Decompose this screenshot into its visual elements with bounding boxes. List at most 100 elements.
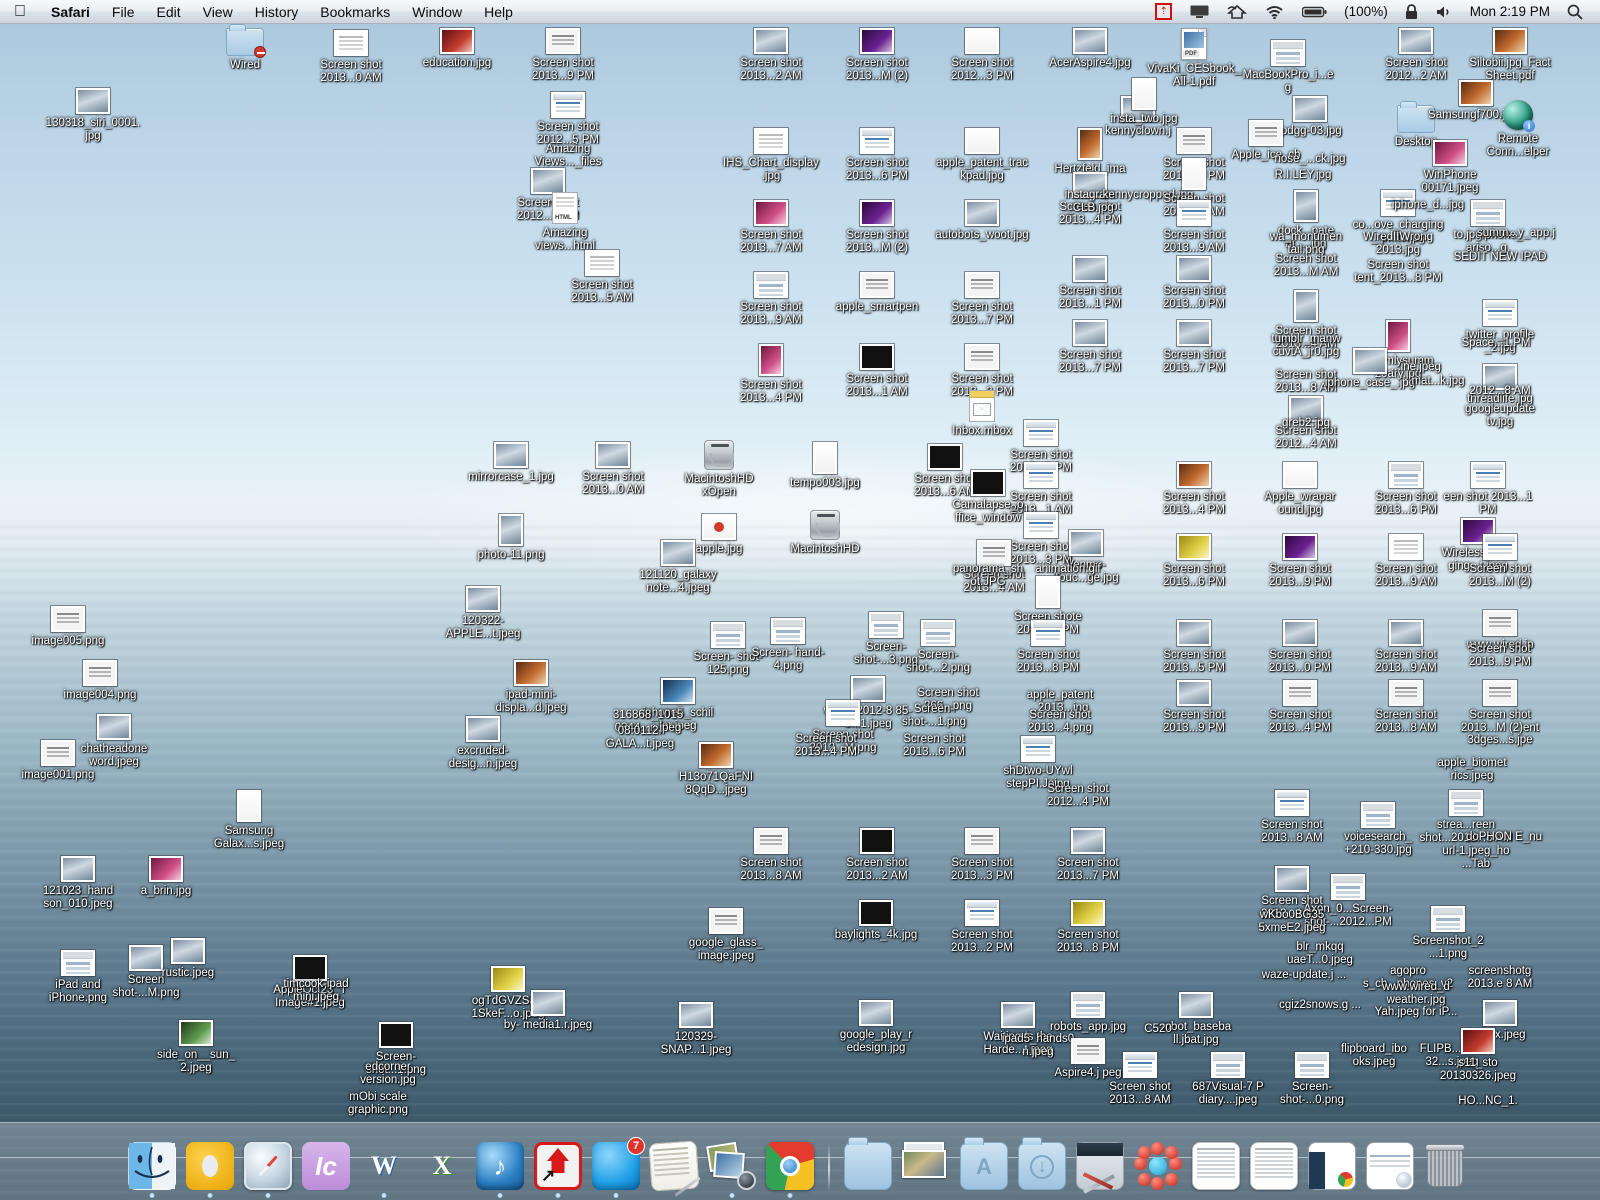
desktop-icon[interactable]: Screen shot 2013...M (2) bbox=[829, 200, 925, 254]
desktop-icon[interactable]: Screen shot 2013...7 PM bbox=[1040, 828, 1136, 882]
desktop-icon[interactable]: url-1.jpeg_ho ...Tab bbox=[1428, 842, 1524, 870]
desktop-icon[interactable]: HTMLAmazing views...html bbox=[517, 192, 613, 252]
desktop-icon[interactable]: Screen shot 2013...0 PM bbox=[1252, 620, 1348, 674]
desktop-icon[interactable]: HO...NC_1. bbox=[1440, 1092, 1536, 1108]
desktop-icon[interactable]: rustic.jpeg bbox=[140, 938, 236, 980]
desktop-icon[interactable]: s11_sto 20130326.jpeg bbox=[1430, 1028, 1526, 1082]
dock-item-finder[interactable] bbox=[126, 1140, 178, 1192]
desktop-icon[interactable]: Screen shot 2013...8 PM bbox=[1000, 620, 1096, 674]
desktop-icon[interactable]: baylights_4k.jpg bbox=[828, 900, 924, 942]
dock-item-downloads-folder[interactable]: ↓ bbox=[1016, 1140, 1068, 1192]
apple-icon[interactable]:  bbox=[14, 4, 26, 20]
desktop-icon[interactable]: 130318_siri_0001.jpg bbox=[45, 88, 141, 142]
desktop-icon[interactable]: Screen- hand-4.png bbox=[740, 618, 836, 672]
battery-icon[interactable] bbox=[1293, 0, 1336, 24]
menu-item-file[interactable]: File bbox=[101, 0, 146, 24]
screen-recording-icon[interactable]: ⇡ bbox=[1146, 0, 1181, 24]
desktop-icon[interactable]: Screen shot 2013...6 PM bbox=[886, 730, 982, 758]
desktop-icon[interactable]: image001.png bbox=[10, 740, 106, 782]
desktop-icon[interactable]: Screen shot 2013...M (2) bbox=[829, 28, 925, 82]
dock-item-photos-stack[interactable] bbox=[900, 1140, 952, 1192]
desktop-icon[interactable]: Screen shot 2013...7 AM bbox=[723, 200, 819, 254]
desktop-icon[interactable]: Screen shot 2013...8 AM bbox=[1244, 790, 1340, 844]
desktop-icon[interactable]: Screen- shot-...2.png bbox=[890, 620, 986, 674]
desktop-icon[interactable]: AcerAspire4.jpg bbox=[1042, 28, 1138, 70]
spotlight-search-icon[interactable] bbox=[1558, 0, 1592, 24]
desktop-icon[interactable]: R.I.LEY.jpg bbox=[1255, 166, 1351, 182]
desktop-icon[interactable]: Screen shot 2013...2 AM bbox=[829, 828, 925, 882]
dock-item-incopy[interactable]: Ic bbox=[300, 1140, 352, 1192]
desktop-icon[interactable]: wKbo0BG35 5xmeE2.jpeg bbox=[1244, 906, 1340, 934]
desktop-icon[interactable]: 120329- SNAP...1.jpeg bbox=[648, 1002, 744, 1056]
menu-item-window[interactable]: Window bbox=[401, 0, 473, 24]
desktop-icon[interactable]: google_play_r edesign.jpg bbox=[828, 1000, 924, 1054]
desktop-icon[interactable]: Screen shot 2013...1 AM bbox=[829, 344, 925, 398]
dock-item-applications-folder[interactable]: A bbox=[958, 1140, 1010, 1192]
desktop-icon[interactable]: Screen shot 2013...9 AM bbox=[1146, 200, 1242, 254]
dock-item-documents-folder[interactable] bbox=[842, 1140, 894, 1192]
desktop-icon[interactable]: Screen shot 2013...9 AM bbox=[1358, 534, 1454, 588]
desktop-icon[interactable]: Screen shot 2013...5 PM bbox=[1146, 620, 1242, 674]
dock-item-network-app[interactable] bbox=[1132, 1140, 1184, 1192]
desktop-icon[interactable]: apple_biomet rics.jpeg bbox=[1424, 754, 1520, 782]
menu-item-safari[interactable]: Safari bbox=[40, 0, 101, 24]
desktop-icon[interactable]: Screen shot 2013...9 PM bbox=[1146, 680, 1242, 734]
desktop-icon[interactable]: Screen shot 2013...M (2) bbox=[1452, 534, 1548, 588]
clock-label[interactable]: Mon 2:19 PM bbox=[1462, 4, 1558, 19]
desktop-icon[interactable]: Screen shot 2013...8 AM bbox=[1092, 1052, 1188, 1106]
desktop-icon[interactable]: excruded-desig...n.jpeg bbox=[435, 716, 531, 770]
desktop-icon[interactable]: Screen shot 2013...2 PM bbox=[934, 900, 1030, 954]
desktop-icon[interactable]: Screen shot 2012...5 PM bbox=[520, 92, 616, 146]
desktop-icon[interactable]: Screen shot 2013...4 PM bbox=[1252, 680, 1348, 734]
dock-item-document-window-2[interactable] bbox=[1248, 1140, 1300, 1192]
desktop-icon[interactable]: Screen shot 2012...3 PM bbox=[934, 28, 1030, 82]
desktop-icon[interactable]: Screen shot 2013...3 PM bbox=[934, 828, 1030, 882]
desktop-icon[interactable]: google_glass_ image.jpeg bbox=[678, 908, 774, 962]
desktop-icon[interactable]: mObi scale graphic.png bbox=[330, 1088, 426, 1116]
desktop-icon[interactable]: googleupdate tv.jpg bbox=[1452, 400, 1548, 428]
desktop-icon[interactable]: Screen shot 2013...4.png bbox=[1012, 706, 1108, 734]
desktop-icon[interactable]: nose_...ck.jpg bbox=[1262, 150, 1358, 166]
dock-item-excel[interactable]: X bbox=[416, 1140, 468, 1192]
desktop-icon[interactable]: een shot 2013...1 PM bbox=[1440, 462, 1536, 516]
lock-icon[interactable] bbox=[1396, 0, 1427, 24]
dock-item-notes[interactable] bbox=[648, 1140, 700, 1192]
desktop-icon[interactable]: Siltobii.jpg_Fact Sheet.pdf bbox=[1462, 28, 1558, 82]
desktop-icon[interactable]: Apple_wrapar ound.jpg bbox=[1252, 462, 1348, 516]
desktop-icon[interactable]: side_on__sun_ 2.jpeg bbox=[148, 1020, 244, 1074]
dock-item-chrome[interactable] bbox=[764, 1140, 816, 1192]
dock-item-trash[interactable] bbox=[1422, 1140, 1474, 1192]
desktop-icon[interactable]: edcorner version.jpg bbox=[340, 1058, 436, 1086]
desktop-icon[interactable]: Screen shot 2013...5 AM bbox=[554, 250, 650, 304]
desktop-icon[interactable]: summ...y_app.j bbox=[1468, 224, 1564, 240]
desktop-background[interactable]: 130318_siri_0001.jpgWiredScreen shot 201… bbox=[0, 0, 1600, 1200]
dock-item-screen-sharing[interactable]: ↗ bbox=[532, 1140, 584, 1192]
desktop-icon[interactable]: Screen shot 2013...6 PM bbox=[829, 128, 925, 182]
desktop-icon[interactable]: Space...1 PM bbox=[1448, 334, 1544, 350]
desktop-icon[interactable]: photo-11.png bbox=[463, 514, 559, 562]
desktop-icon[interactable]: ipad-mini-displa...d.jpeg bbox=[483, 660, 579, 714]
dock-item-messages[interactable]: 7 bbox=[590, 1140, 642, 1192]
menu-item-edit[interactable]: Edit bbox=[145, 0, 191, 24]
desktop-icon[interactable]: robot_baseba ll.jbat.jpg bbox=[1148, 992, 1244, 1046]
desktop-icon[interactable]: 120322-APPLE...t.jpeg bbox=[435, 586, 531, 640]
desktop-icon[interactable]: doPHON E_nu bbox=[1456, 828, 1552, 844]
desktop-icon[interactable]: MacintoshHD bbox=[777, 510, 873, 556]
desktop-icon[interactable]: 687Visual-7 P diary....jpeg bbox=[1180, 1052, 1276, 1106]
desktop-icon[interactable]: C520 bbox=[1110, 1020, 1206, 1036]
desktop-icon[interactable]: Screen shot 2013...0 AM bbox=[303, 30, 399, 84]
desktop-icon[interactable]: Screen shot 2013...9 PM bbox=[1252, 534, 1348, 588]
desktop-icon[interactable]: autobots_woot.jpg bbox=[934, 200, 1030, 242]
desktop-icon[interactable]: education.jpg bbox=[409, 28, 505, 70]
desktop-icon[interactable]: timcook-ipad mini.jpeg bbox=[268, 975, 364, 1003]
desktop-icon[interactable]: Screen shot 2013...7 PM bbox=[1146, 320, 1242, 374]
desktop-icon[interactable]: Screen shot tent_2013...8 PM bbox=[1350, 256, 1446, 284]
desktop-icon[interactable]: Screen shot 2013...9 PM bbox=[515, 28, 611, 82]
desktop-icon[interactable]: Screen shot 2013...0 PM bbox=[1146, 256, 1242, 310]
desktop-icon[interactable]: www.wired_d weather.jpg Yah.jpeg for iP.… bbox=[1368, 978, 1464, 1019]
desktop-icon[interactable]: Screen shot 2013...6 PM bbox=[1146, 534, 1242, 588]
desktop-icon[interactable]: 121023_hand son_010.jpeg bbox=[30, 856, 126, 910]
desktop-icon[interactable]: Screen shot 2012...2 AM bbox=[1368, 28, 1464, 82]
menu-item-history[interactable]: History bbox=[244, 0, 310, 24]
desktop-icon[interactable]: WinPhone 00171.jpeg bbox=[1402, 140, 1498, 194]
